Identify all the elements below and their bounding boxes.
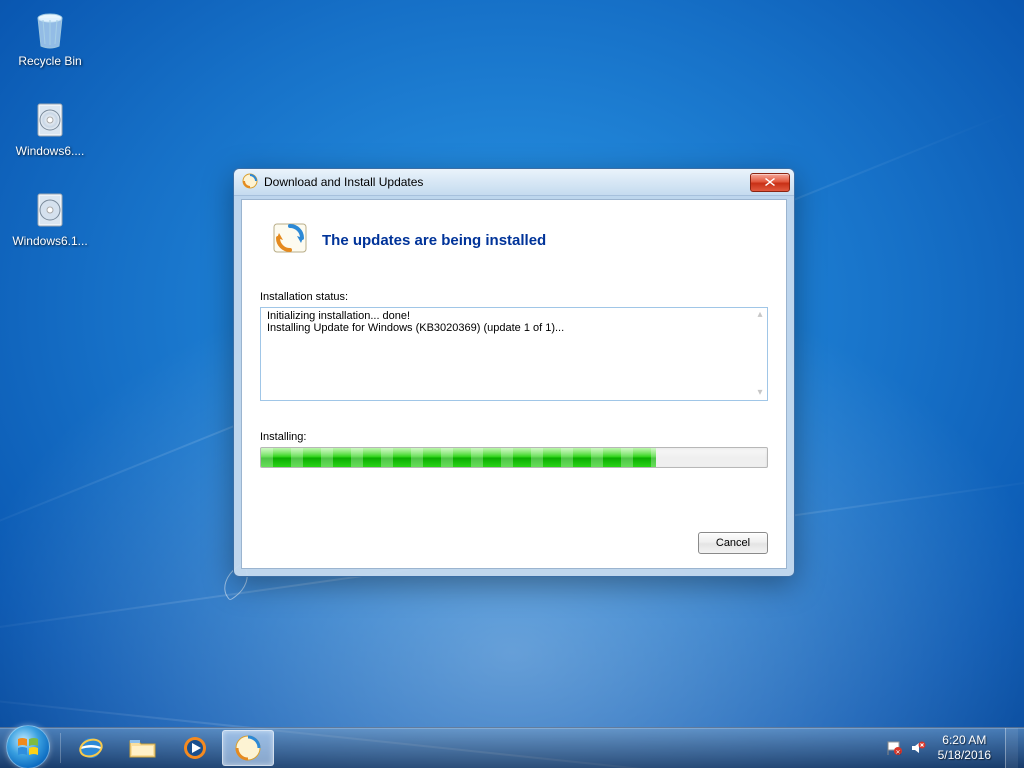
tray-time: 6:20 AM (938, 733, 991, 748)
folder-icon (128, 736, 158, 760)
system-tray: ✕ 6:20 AM 5/18/2016 (872, 728, 1024, 768)
status-textbox: Initializing installation... done! Insta… (260, 307, 768, 401)
ie-icon (77, 734, 105, 762)
cancel-button[interactable]: Cancel (698, 532, 768, 554)
desktop-icon-label: Windows6.1... (12, 234, 87, 248)
taskbar-item-updates-active[interactable] (222, 730, 274, 766)
scroll-down-icon[interactable]: ▾ (755, 388, 765, 398)
disc-box-icon (12, 98, 88, 142)
close-button[interactable] (750, 173, 790, 192)
desktop-icon-label: Recycle Bin (18, 54, 81, 68)
dialog-heading: The updates are being installed (322, 232, 546, 249)
status-label: Installation status: (260, 291, 768, 303)
status-line: Installing Update for Windows (KB3020369… (267, 322, 767, 334)
close-icon (765, 178, 775, 186)
media-player-icon (181, 734, 209, 762)
tray-clock[interactable]: 6:20 AM 5/18/2016 (930, 733, 999, 763)
start-button[interactable] (6, 725, 50, 768)
progress-bar (260, 447, 768, 468)
status-line: Initializing installation... done! (267, 310, 767, 322)
svg-text:✕: ✕ (895, 750, 900, 756)
desktop-icon-package-2[interactable]: Windows6.1... (12, 188, 88, 248)
taskbar: ✕ 6:20 AM 5/18/2016 (0, 727, 1024, 768)
recycle-bin-icon (12, 8, 88, 52)
disc-box-icon (12, 188, 88, 232)
desktop-icon-package-1[interactable]: Windows6.... (12, 98, 88, 158)
taskbar-item-ie[interactable] (66, 731, 116, 765)
progress-label: Installing: (260, 431, 768, 443)
titlebar[interactable]: Download and Install Updates (234, 169, 794, 196)
tray-flag-icon[interactable]: ✕ (886, 740, 902, 756)
tray-date: 5/18/2016 (938, 748, 991, 763)
tray-volume-icon[interactable] (910, 740, 926, 756)
show-desktop-button[interactable] (1005, 728, 1018, 768)
windows-update-icon (242, 173, 258, 192)
desktop-icon-recycle-bin[interactable]: Recycle Bin (12, 8, 88, 68)
taskbar-divider (60, 733, 61, 763)
dialog-body: The updates are being installed Installa… (241, 199, 787, 569)
desktop-icon-label: Windows6.... (16, 144, 85, 158)
taskbar-item-explorer[interactable] (118, 731, 168, 765)
windows-update-large-icon (270, 218, 310, 263)
updates-dialog: Download and Install Updates The updates… (233, 168, 795, 577)
windows-update-icon (234, 734, 262, 762)
window-title: Download and Install Updates (264, 175, 423, 189)
scroll-up-icon[interactable]: ▴ (755, 310, 765, 320)
taskbar-item-media-player[interactable] (170, 731, 220, 765)
windows-logo-icon (16, 735, 40, 759)
